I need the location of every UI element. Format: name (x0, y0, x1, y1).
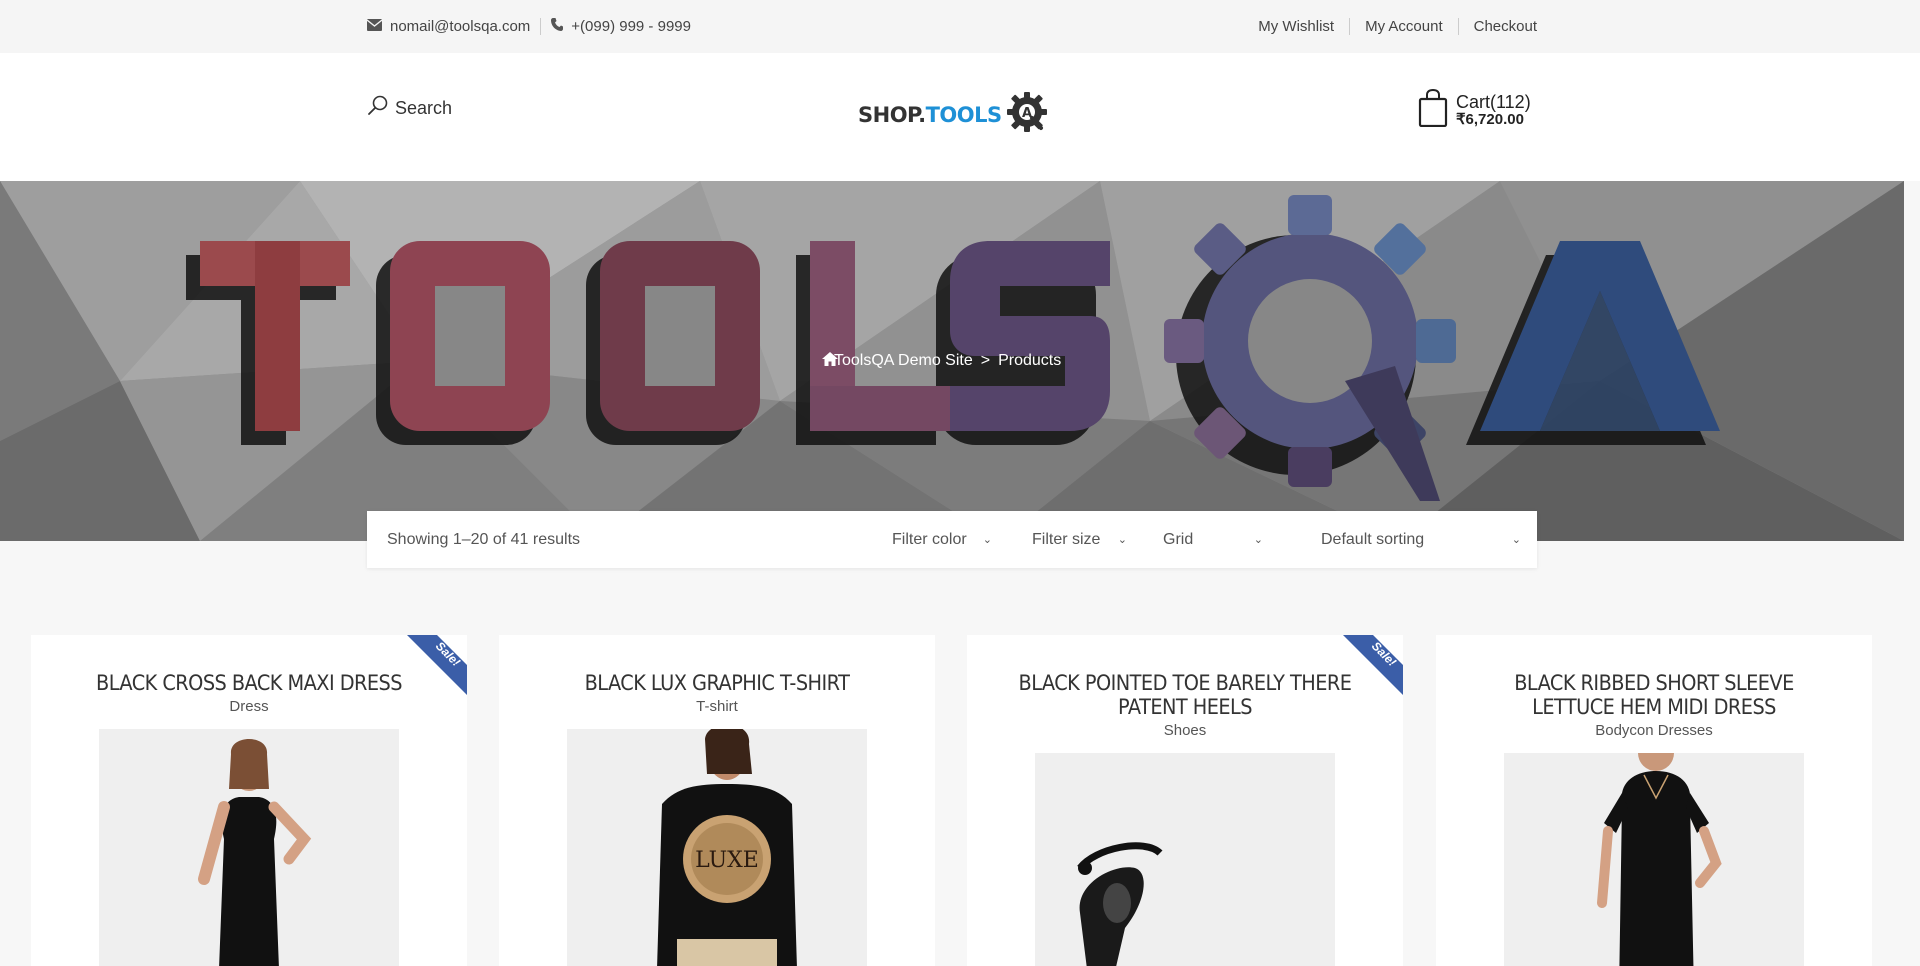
product-image[interactable] (1035, 753, 1335, 966)
phone-text: +(099) 999 - 9999 (571, 18, 691, 35)
product-image[interactable] (1504, 753, 1804, 966)
gear-qa-icon: A (1005, 89, 1051, 140)
top-bar: nomail@toolsqa.com +(099) 999 - 9999 My … (0, 0, 1920, 53)
product-category: Dress (229, 698, 269, 715)
chevron-down-icon: ⌄ (1253, 534, 1263, 546)
shop-toolbar: Showing 1–20 of 41 results Filter color … (367, 511, 1537, 568)
search-icon (367, 95, 389, 122)
my-account-link[interactable]: My Account (1365, 18, 1443, 35)
checkout-link[interactable]: Checkout (1474, 18, 1537, 35)
breadcrumb-separator: > (980, 352, 991, 369)
filter-size-select[interactable]: Filter size ⌄ (1032, 531, 1127, 549)
sorting-label: Default sorting (1321, 530, 1425, 548)
result-count: Showing 1–20 of 41 results (387, 530, 581, 548)
email-text: nomail@toolsqa.com (390, 18, 531, 35)
cart-count: Cart(112) (1456, 92, 1531, 113)
chevron-down-icon: ⌄ (1511, 534, 1521, 546)
shop-tools-logo[interactable]: SHOP. TOOLS A (858, 89, 1051, 140)
phone-contact[interactable]: +(099) 999 - 9999 (551, 18, 691, 35)
product-card[interactable]: Sale! BLACK POINTED TOE BARELY THERE PAT… (967, 635, 1403, 966)
shopping-bag-icon (1418, 88, 1448, 132)
filter-color-label: Filter color (892, 530, 967, 548)
svg-text:LUXE: LUXE (695, 848, 759, 873)
product-category: Shoes (1163, 722, 1207, 739)
search-label: Search (395, 98, 453, 118)
product-title[interactable]: BLACK RIBBED SHORT SLEEVE LETTUCE HEM MI… (1453, 671, 1854, 719)
product-image[interactable]: LUXE (567, 729, 867, 966)
breadcrumb: ToolsQA Demo Site > Products (822, 352, 1061, 370)
product-category: T-shirt (696, 698, 738, 715)
product-category: Bodycon Dresses (1595, 722, 1713, 739)
chevron-down-icon: ⌄ (982, 534, 992, 546)
product-title[interactable]: BLACK POINTED TOE BARELY THERE PATENT HE… (984, 671, 1385, 719)
site-header: Search SHOP. TOOLS A Cart(112) ₹6,720.00 (0, 53, 1920, 181)
email-contact[interactable]: nomail@toolsqa.com (366, 18, 531, 35)
product-card[interactable]: Sale! BLACK CROSS BACK MAXI DRESS Dress (31, 635, 467, 966)
cart-button[interactable]: Cart(112) ₹6,720.00 (1418, 88, 1531, 132)
product-title[interactable]: BLACK LUX GRAPHIC T-SHIRT (516, 671, 917, 695)
product-image[interactable] (99, 729, 399, 966)
filter-size-label: Filter size (1032, 530, 1101, 548)
logo-shop-text: SHOP. (858, 102, 926, 127)
chevron-down-icon: ⌄ (1117, 534, 1127, 546)
filter-color-select[interactable]: Filter color ⌄ (892, 531, 992, 549)
divider (1349, 18, 1351, 35)
my-wishlist-link[interactable]: My Wishlist (1258, 18, 1334, 35)
breadcrumb-home-link[interactable]: ToolsQA Demo Site (822, 352, 973, 370)
cart-total: ₹6,720.00 (1456, 111, 1524, 129)
logo-tools-text: TOOLS (925, 102, 1003, 127)
hero-banner: ToolsQA Demo Site > Products (0, 181, 1904, 541)
divider (1457, 18, 1459, 35)
phone-icon (551, 18, 564, 35)
envelope-icon (366, 18, 383, 35)
sorting-select[interactable]: Default sorting ⌄ (1321, 531, 1521, 549)
product-card[interactable]: BLACK LUX GRAPHIC T-SHIRT T-shirt LUXE (499, 635, 935, 966)
divider (540, 18, 542, 35)
product-title[interactable]: BLACK CROSS BACK MAXI DRESS (48, 671, 449, 695)
view-mode-select[interactable]: Grid ⌄ (1163, 531, 1263, 549)
breadcrumb-home-label: ToolsQA Demo Site (834, 352, 973, 369)
search-button[interactable]: Search (367, 95, 452, 122)
view-mode-label: Grid (1163, 530, 1194, 548)
product-card[interactable]: BLACK RIBBED SHORT SLEEVE LETTUCE HEM MI… (1436, 635, 1872, 966)
breadcrumb-current: Products (998, 352, 1062, 369)
